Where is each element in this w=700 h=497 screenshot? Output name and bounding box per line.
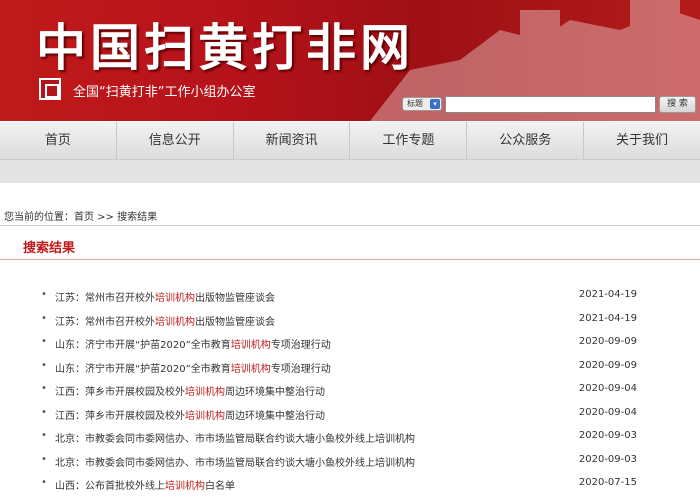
bullet-icon: • (41, 336, 47, 347)
result-date: 2020-09-04 (578, 406, 637, 418)
bullet-icon: • (41, 289, 47, 300)
site-title: 中国扫黄打非网 (36, 18, 414, 77)
list-item: • 北京：市教委会同市委网信办、市市场监管局联合约谈大塘小鱼校外线上培训机构 2… (0, 426, 700, 450)
result-date: 2021-04-19 (578, 312, 637, 324)
chevron-down-icon: ▾ (430, 99, 440, 109)
search-scope-label: 标题 (407, 99, 423, 108)
search-button[interactable]: 搜 索 (659, 96, 696, 113)
list-item: • 山东：济宁市开展“护苗2020”全市教育培训机构专项治理行动 2020-09… (0, 332, 700, 356)
result-link[interactable]: 北京：市教委会同市委网信办、市市场监管局联合约谈大塘小鱼校外线上培训机构 (55, 430, 415, 445)
result-date: 2020-09-09 (578, 336, 637, 347)
list-item: • 山东：济宁市开展“护苗2020”全市教育培训机构专项治理行动 2020-09… (0, 356, 700, 380)
result-date: 2020-09-03 (578, 453, 637, 465)
result-link[interactable]: 江西：萍乡市开展校园及校外培训机构周边环境集中整治行动 (55, 383, 325, 398)
list-item: • 江西：萍乡市开展校园及校外培训机构周边环境集中整治行动 2020-09-04 (0, 403, 700, 427)
search-scope-select[interactable]: 标题 ▾ (402, 97, 442, 111)
list-item: • 江苏：常州市召开校外培训机构出版物监管座谈会 2021-04-19 (0, 285, 700, 309)
list-item: • 北京：市教委会同市委网信办、市市场监管局联合约谈大塘小鱼校外线上培训机构 2… (0, 450, 700, 474)
breadcrumb: 您当前的位置：首页 >> 搜索结果 (4, 212, 158, 223)
bullet-icon: • (41, 406, 47, 418)
result-link[interactable]: 山西：公布首批校外线上培训机构白名单 (55, 477, 235, 492)
site-subtitle: 全国“扫黄打非”工作小组办公室 (73, 85, 256, 100)
list-item: • 山西：公布首批校外线上培训机构白名单 2020-07-15 (0, 473, 700, 497)
nav-item-public-service[interactable]: 公众服务 (467, 122, 585, 159)
result-link[interactable]: 江苏：常州市召开校外培训机构出版物监管座谈会 (55, 289, 275, 304)
result-date: 2020-07-15 (578, 477, 637, 488)
site-banner: 中国扫黄打非网 全国“扫黄打非”工作小组办公室 标题 ▾ 搜 索 (0, 0, 700, 121)
bullet-icon: • (41, 453, 47, 465)
section-title: 搜索结果 (23, 241, 76, 256)
result-date: 2020-09-04 (578, 383, 637, 394)
search-results-list: • 江苏：常州市召开校外培训机构出版物监管座谈会 2021-04-19 • 江苏… (0, 285, 700, 497)
result-date: 2021-04-19 (578, 289, 637, 300)
nav-item-info-disclosure[interactable]: 信息公开 (117, 122, 234, 159)
bullet-icon: • (41, 312, 47, 324)
bullet-icon: • (41, 359, 47, 371)
sub-nav-bar (0, 160, 700, 183)
result-link[interactable]: 江西：萍乡市开展校园及校外培训机构周边环境集中整治行动 (55, 407, 325, 422)
divider (0, 225, 700, 226)
bullet-icon: • (41, 383, 47, 394)
result-link[interactable]: 山东：济宁市开展“护苗2020”全市教育培训机构专项治理行动 (55, 336, 331, 351)
search-input[interactable] (445, 96, 656, 113)
seal-logo-icon (39, 78, 61, 100)
result-date: 2020-09-03 (578, 430, 637, 441)
main-nav: 首页 信息公开 新闻资讯 工作专题 公众服务 关于我们 (0, 122, 700, 160)
nav-item-topics[interactable]: 工作专题 (350, 122, 468, 159)
result-link[interactable]: 山东：济宁市开展“护苗2020”全市教育培训机构专项治理行动 (55, 360, 331, 375)
divider (0, 259, 700, 260)
nav-item-about[interactable]: 关于我们 (584, 122, 700, 159)
result-link[interactable]: 江苏：常州市召开校外培训机构出版物监管座谈会 (55, 313, 275, 328)
bullet-icon: • (41, 477, 47, 488)
result-date: 2020-09-09 (578, 359, 637, 371)
nav-item-news[interactable]: 新闻资讯 (234, 122, 351, 159)
nav-item-home[interactable]: 首页 (0, 122, 117, 159)
bullet-icon: • (41, 430, 47, 441)
result-link[interactable]: 北京：市教委会同市委网信办、市市场监管局联合约谈大塘小鱼校外线上培训机构 (55, 454, 415, 469)
list-item: • 江苏：常州市召开校外培训机构出版物监管座谈会 2021-04-19 (0, 309, 700, 333)
list-item: • 江西：萍乡市开展校园及校外培训机构周边环境集中整治行动 2020-09-04 (0, 379, 700, 403)
